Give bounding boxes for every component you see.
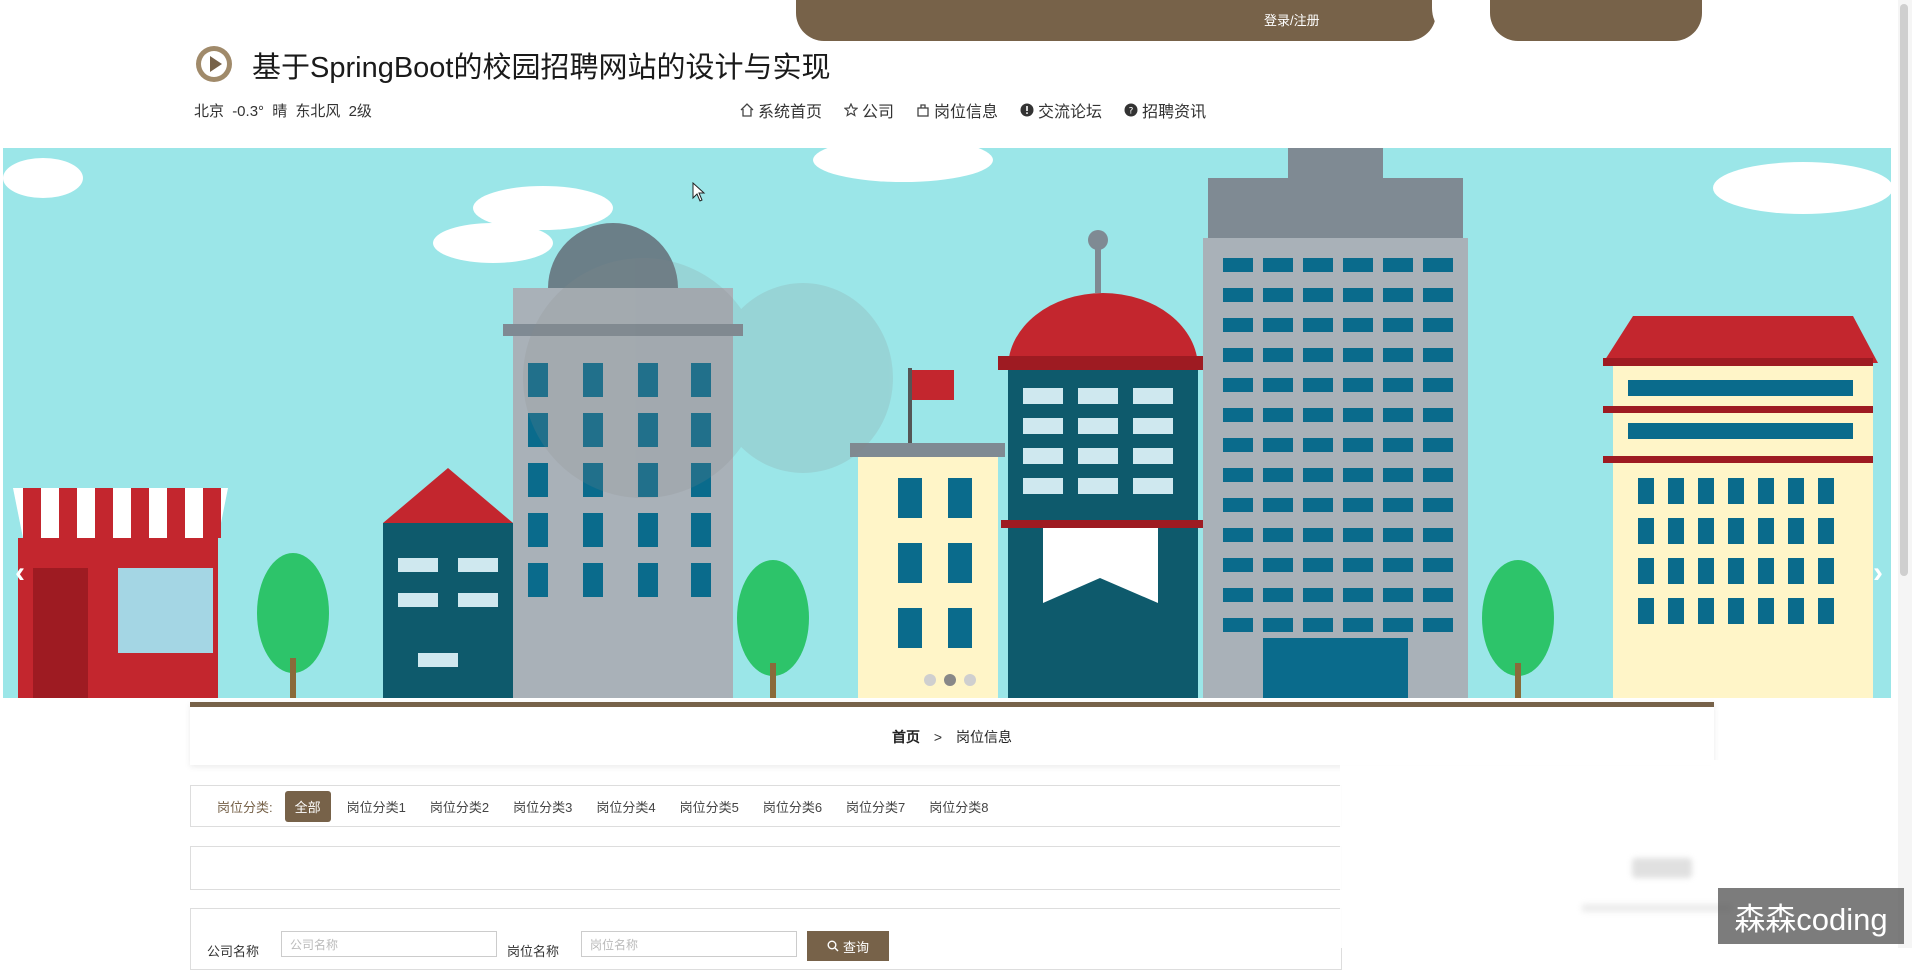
- nav-item-home[interactable]: 系统首页: [740, 98, 822, 122]
- question-icon: ?: [1124, 103, 1138, 117]
- job-name-input[interactable]: 岗位名称: [581, 931, 797, 957]
- search-button-label: 查询: [842, 939, 869, 955]
- blurred-overlay: [1340, 760, 1720, 948]
- tab-decoration: [1490, 0, 1702, 41]
- carousel-prev-button[interactable]: ‹: [15, 556, 25, 590]
- mouse-cursor-icon: [692, 182, 706, 202]
- filter-label: 岗位分类:: [217, 799, 273, 815]
- home-icon: [740, 103, 754, 117]
- filter-chip[interactable]: 岗位分类7: [836, 791, 915, 822]
- bag-icon: [917, 104, 929, 117]
- nav-item-company[interactable]: 公司: [844, 98, 894, 122]
- filter-chip[interactable]: 岗位分类8: [919, 791, 998, 822]
- main-nav: 系统首页 公司 岗位信息 交流论坛 ? 招聘资讯: [740, 98, 1206, 122]
- filter-chip[interactable]: 岗位分类1: [337, 791, 416, 822]
- weather-level: 2级: [348, 103, 372, 120]
- video-watermark: 森森coding: [1718, 888, 1904, 944]
- banner-carousel[interactable]: ‹ ›: [3, 148, 1891, 698]
- breadcrumb-home[interactable]: 首页: [892, 729, 920, 745]
- company-name-label: 公司名称: [207, 944, 260, 959]
- filter-chip[interactable]: 岗位分类2: [420, 791, 499, 822]
- nav-item-jobs[interactable]: 岗位信息: [916, 98, 998, 122]
- search-button[interactable]: 查询: [807, 931, 889, 961]
- empty-panel: [190, 846, 1342, 890]
- banner-illustration: [3, 148, 1891, 698]
- filter-chip[interactable]: 岗位分类6: [753, 791, 832, 822]
- alert-icon: [1020, 103, 1034, 117]
- carousel-dot-1[interactable]: [924, 674, 936, 686]
- login-tab: 登录/注册: [796, 0, 1436, 41]
- breadcrumb-card: 首页 > 岗位信息: [190, 702, 1714, 765]
- nav-label: 系统首页: [758, 104, 823, 121]
- breadcrumb-current: 岗位信息: [955, 729, 1012, 745]
- carousel-dot-3[interactable]: [964, 674, 976, 686]
- weather-condition: 晴: [272, 103, 288, 120]
- category-filter: 岗位分类: 全部 岗位分类1 岗位分类2 岗位分类3 岗位分类4 岗位分类5 岗…: [190, 785, 1342, 827]
- carousel-dot-2[interactable]: [944, 674, 956, 686]
- login-register-link[interactable]: 登录/注册: [1264, 10, 1320, 29]
- filter-chip[interactable]: 岗位分类4: [586, 791, 665, 822]
- breadcrumb: 首页 > 岗位信息: [190, 727, 1714, 747]
- weather-city: 北京: [194, 103, 225, 120]
- nav-label: 公司: [862, 104, 895, 121]
- carousel-next-button[interactable]: ›: [1873, 556, 1883, 590]
- filter-chip[interactable]: 岗位分类5: [670, 791, 749, 822]
- blurred-element: [1582, 904, 1732, 912]
- svg-text:?: ?: [1129, 107, 1134, 117]
- filter-chip-all[interactable]: 全部: [284, 790, 331, 822]
- nav-item-forum[interactable]: 交流论坛: [1020, 98, 1102, 122]
- job-name-label: 岗位名称: [507, 944, 560, 959]
- scrollbar-thumb[interactable]: [1900, 4, 1908, 576]
- search-form: 公司名称 公司名称 岗位名称 岗位名称 查询: [190, 908, 1342, 970]
- blurred-element: [1632, 858, 1692, 878]
- nav-item-news[interactable]: ? 招聘资讯: [1124, 98, 1206, 122]
- nav-label: 招聘资讯: [1142, 104, 1207, 121]
- site-title: 基于SpringBoot的校园招聘网站的设计与实现: [252, 52, 831, 84]
- carousel-indicators: [924, 674, 976, 686]
- weather-temp: -0.3°: [232, 103, 265, 120]
- star-icon: [844, 103, 859, 117]
- breadcrumb-separator: >: [933, 729, 943, 745]
- weather-wind: 东北风: [295, 103, 341, 120]
- search-icon: [827, 940, 839, 952]
- weather-info: 北京 -0.3° 晴 东北风 2级: [194, 100, 372, 121]
- company-name-input[interactable]: 公司名称: [281, 931, 497, 957]
- nav-label: 岗位信息: [934, 104, 999, 121]
- filter-chip[interactable]: 岗位分类3: [503, 791, 582, 822]
- site-logo-icon: [196, 46, 232, 82]
- nav-label: 交流论坛: [1038, 104, 1103, 121]
- tab-notch: [1432, 0, 1498, 41]
